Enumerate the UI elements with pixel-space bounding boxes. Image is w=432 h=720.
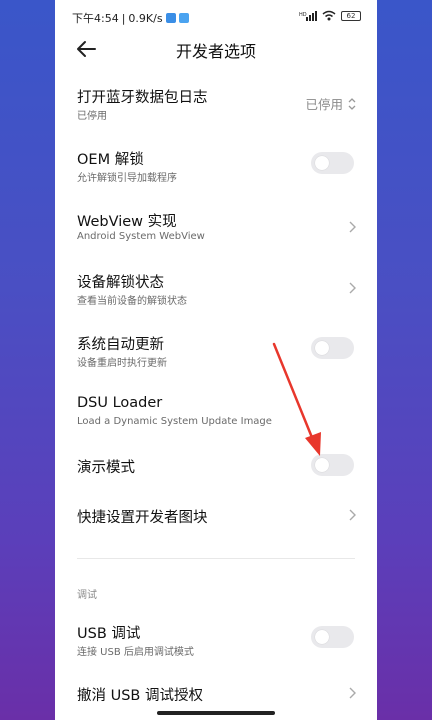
- setting-subtitle: 连接 USB 后启用调试模式: [77, 647, 194, 658]
- setting-title: WebView 实现: [77, 214, 177, 230]
- setting-title: 撤消 USB 调试授权: [77, 688, 203, 704]
- bt-log-selector[interactable]: 已停用: [305, 94, 357, 113]
- status-separator: |: [121, 11, 126, 25]
- setting-quick-settings-tiles[interactable]: 快捷设置开发者图块: [55, 500, 377, 532]
- setting-subtitle: 设备重启时执行更新: [77, 358, 167, 369]
- setting-title: DSU Loader: [77, 395, 163, 411]
- setting-dsu-loader[interactable]: DSU Loader Load a Dynamic System Update …: [55, 389, 377, 437]
- setting-revoke-usb-auth[interactable]: 撤消 USB 调试授权: [55, 678, 377, 710]
- signal-icon: HD: [299, 10, 317, 21]
- app-header: 开发者选项: [55, 34, 377, 64]
- back-arrow-icon[interactable]: [75, 38, 99, 60]
- updown-chevron-icon: [348, 97, 356, 110]
- chevron-right-icon: [349, 509, 356, 521]
- selected-value: 已停用: [305, 97, 343, 112]
- setting-subtitle: Load a Dynamic System Update Image: [77, 416, 272, 427]
- chevron-right-icon: [349, 221, 356, 233]
- section-divider: [77, 558, 355, 559]
- setting-subtitle: 允许解锁引导加载程序: [77, 173, 177, 184]
- battery-icon: 62: [341, 10, 361, 21]
- auto-update-toggle[interactable]: [311, 337, 354, 359]
- oem-unlock-toggle[interactable]: [311, 152, 354, 174]
- setting-title: OEM 解锁: [77, 152, 144, 168]
- page-title: 开发者选项: [175, 42, 256, 61]
- setting-subtitle: Android System WebView: [77, 231, 205, 242]
- phone-screen: 下午4:54 | 0.9K/s HD 62 开发者选项 打开蓝牙数据包日志 已停…: [55, 0, 377, 720]
- setting-title: 快捷设置开发者图块: [77, 510, 208, 526]
- notification-app-icon: [165, 13, 176, 23]
- setting-title: 系统自动更新: [77, 337, 164, 353]
- network-speed: 0.9K/s: [128, 11, 163, 25]
- usb-debug-toggle[interactable]: [311, 626, 354, 648]
- setting-usb-debugging[interactable]: USB 调试 连接 USB 后启用调试模式: [55, 616, 377, 664]
- chevron-right-icon: [349, 687, 356, 699]
- setting-oem-unlock[interactable]: OEM 解锁 允许解锁引导加载程序: [55, 142, 377, 190]
- wifi-icon: [322, 10, 336, 21]
- setting-title: 演示模式: [77, 460, 135, 476]
- setting-title: 打开蓝牙数据包日志: [77, 90, 208, 106]
- notification-app-icon: [178, 13, 189, 23]
- section-label-debug: 调试: [77, 590, 97, 601]
- status-bar: 下午4:54 | 0.9K/s HD 62: [55, 0, 377, 34]
- home-indicator[interactable]: [157, 711, 275, 715]
- setting-subtitle: 查看当前设备的解锁状态: [77, 296, 187, 307]
- setting-demo-mode[interactable]: 演示模式: [55, 450, 377, 482]
- setting-auto-system-update[interactable]: 系统自动更新 设备重启时执行更新: [55, 327, 377, 375]
- demo-mode-toggle[interactable]: [311, 454, 354, 476]
- setting-subtitle: 已停用: [77, 111, 107, 122]
- signal-label: HD: [299, 12, 307, 18]
- setting-webview-implementation[interactable]: WebView 实现 Android System WebView: [55, 204, 377, 252]
- setting-bt-packet-log[interactable]: 打开蓝牙数据包日志 已停用 已停用: [55, 80, 377, 128]
- chevron-right-icon: [349, 282, 356, 294]
- status-time: 下午4:54: [72, 12, 119, 25]
- setting-title: USB 调试: [77, 626, 141, 642]
- setting-device-unlock-state[interactable]: 设备解锁状态 查看当前设备的解锁状态: [55, 265, 377, 313]
- setting-title: 设备解锁状态: [77, 275, 164, 291]
